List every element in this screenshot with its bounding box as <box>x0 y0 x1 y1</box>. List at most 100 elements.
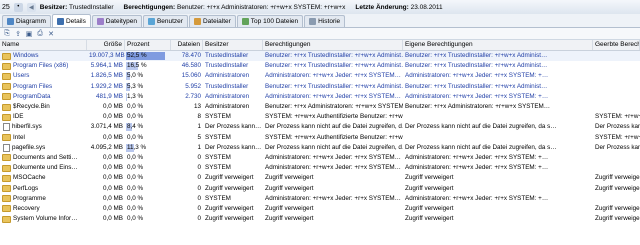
row-owner: SYSTEM <box>205 194 231 202</box>
table-row[interactable]: $Recycle.Bin 0,0 MB 0,0 % 13 Administratoren… <box>0 101 640 113</box>
tab-details[interactable]: Details <box>51 14 91 27</box>
row-files: 0 <box>197 204 201 212</box>
row-percent: 0,0 % <box>127 164 144 172</box>
table-row[interactable]: Documents and Setti… 0,0 MB 0,0 % 0 SYSTEM Ad… <box>0 153 640 163</box>
table-row[interactable]: ProgramData 481,9 MB 1,3 % 2.730 Administrat… <box>0 92 640 102</box>
table-row[interactable]: System Volume Infor… 0,0 MB 0,0 % 0 Zugriff … <box>0 214 640 224</box>
row-owner: TrustedInstaller <box>205 82 249 90</box>
row-percent: 0,0 % <box>127 103 144 111</box>
table-row[interactable]: PerfLogs 0,0 MB 0,0 % 0 Zugriff verweigert Zu… <box>0 183 640 194</box>
row-own-permissions: Administratoren: +r+w+x Jeder: +r+x SYST… <box>405 194 549 202</box>
row-name: Users <box>0 71 87 81</box>
row-name: Dokumente und Eins… <box>0 163 87 173</box>
table-row[interactable]: IDE 0,0 MB 0,0 % 8 SYSTEM SYSTEM: +r+w+x Auth… <box>0 112 640 122</box>
row-name: $Recycle.Bin <box>0 102 87 112</box>
row-inherited-permissions: Zugriff verweigert <box>595 215 640 223</box>
row-own-permissions <box>403 112 593 122</box>
row-permissions: Zugriff verweigert <box>265 204 314 212</box>
tab-benutzer[interactable]: Benutzer <box>142 15 188 27</box>
save-icon[interactable]: ▣ <box>25 30 33 38</box>
tab-diagramm[interactable]: Diagramm <box>2 15 51 27</box>
file-icon <box>3 123 10 132</box>
row-permissions: Der Prozess kann nicht auf die Datei zug… <box>265 143 403 151</box>
column-header-7[interactable]: Geerbte Berechtigungen <box>593 40 640 50</box>
tab-label: Top 100 Dateien <box>250 18 299 25</box>
row-percent: 0,0 % <box>127 133 144 141</box>
row-size: 0,0 MB <box>103 103 123 111</box>
owner-info: Besitzer: TrustedInstaller <box>39 3 114 11</box>
table-row[interactable]: Intel 0,0 MB 0,0 % 5 SYSTEM SYSTEM: +r+w+x Au… <box>0 133 640 143</box>
folder-icon <box>2 93 11 101</box>
row-permissions: Benutzer: +r+x TrustedInstaller: +r+w+x … <box>265 62 403 70</box>
column-header-1[interactable]: Größe <box>87 40 125 50</box>
column-header-3[interactable]: Dateien <box>171 40 203 50</box>
copy-icon[interactable]: ⎘ <box>3 30 11 38</box>
tab-top-100-dateien[interactable]: Top 100 Dateien <box>236 15 304 27</box>
row-owner: Administratoren <box>205 92 250 100</box>
row-files: 8 <box>197 113 201 121</box>
row-percent: 5,3 % <box>126 82 144 91</box>
table-row[interactable]: Users 1.826,5 MB 5,0 % 15.060 Administratore… <box>0 71 640 81</box>
column-header-5[interactable]: Berechtigungen <box>263 40 403 50</box>
top-icon <box>241 18 249 25</box>
tab-label: Dateitypen <box>105 18 137 25</box>
export-icon[interactable]: ⇪ <box>14 30 22 38</box>
tab-label: Historie <box>318 18 341 25</box>
row-own-permissions <box>403 133 593 143</box>
column-header-6[interactable]: Eigene Berechtigungen <box>403 40 593 50</box>
row-own-permissions: Administratoren: +r+w+x Jeder: +r+x SYST… <box>405 164 549 172</box>
row-percent: 1,3 % <box>126 92 144 101</box>
print-icon[interactable]: ⎙ <box>36 30 44 38</box>
row-owner: Administratoren <box>205 103 250 111</box>
row-owner: TrustedInstaller <box>205 52 249 60</box>
row-size: 1.826,5 MB <box>90 72 123 80</box>
tab-dateitypen[interactable]: Dateitypen <box>91 15 142 27</box>
row-owner: Zugriff verweigert <box>205 184 254 192</box>
row-own-permissions: Administratoren: +r+w+x Jeder: +r+x SYST… <box>405 72 549 80</box>
table-row[interactable]: MSOCache 0,0 MB 0,0 % 0 Zugriff verweigert Zu… <box>0 173 640 183</box>
row-own-permissions: Administratoren: +r+w+x Jeder: +r+x SYST… <box>405 92 549 100</box>
row-name: hiberfil.sys <box>0 122 87 132</box>
table-row[interactable]: Recovery 0,0 MB 0,0 % 0 Zugriff verweigert Zu… <box>0 203 640 214</box>
row-size: 3.071,4 MB <box>90 123 123 131</box>
row-percent: 0,0 % <box>127 194 144 202</box>
row-percent: 0,0 % <box>127 113 144 121</box>
row-files: 5.952 <box>185 82 201 90</box>
left-number: 25 <box>2 3 10 11</box>
tab-historie[interactable]: Historie <box>304 15 346 27</box>
row-inherited-permissions: Zugriff verweigert <box>595 184 640 192</box>
row-owner: Zugriff verweigert <box>205 204 254 212</box>
pin-icon[interactable]: • <box>13 2 23 12</box>
row-owner: SYSTEM <box>205 164 231 172</box>
details-toolbar: ⎘ ⇪ ▣ ⎙ ✕ <box>0 28 640 40</box>
row-inherited-permissions: SYSTEM: +r+w+x Authentifizierte B… <box>595 113 640 121</box>
details-icon <box>56 17 64 25</box>
column-header-0[interactable]: Name <box>0 40 87 50</box>
top-toolbar: 25 • ◀ Besitzer: TrustedInstaller Berech… <box>0 0 640 15</box>
row-files: 13 <box>193 103 201 111</box>
row-own-permissions: Der Prozess kann nicht auf die Datei zug… <box>405 123 557 131</box>
back-icon[interactable]: ◀ <box>26 2 36 12</box>
column-header-4[interactable]: Besitzer <box>203 40 263 50</box>
column-header-2[interactable]: Prozent <box>125 40 171 50</box>
table-row[interactable]: hiberfil.sys 3.071,4 MB 8,4 % 1 Der Prozess … <box>0 122 640 133</box>
row-own-permissions: Benutzer: +r+x TrustedInstaller: +r+w+x … <box>405 62 548 70</box>
delete-icon[interactable]: ✕ <box>47 30 55 38</box>
row-size: 0,0 MB <box>103 164 123 172</box>
table-row[interactable]: Dokumente und Eins… 0,0 MB 0,0 % 0 SYSTEM Adm… <box>0 163 640 174</box>
table-row[interactable]: pagefile.sys 4.095,2 MB 11,3 % 1 Der Prozess… <box>0 142 640 153</box>
row-own-permissions: Zugriff verweigert <box>405 204 454 212</box>
table-row[interactable]: Windows 19.007,3 MB 52,5 % 78.470 TrustedIns… <box>0 51 640 62</box>
row-name: pagefile.sys <box>0 143 87 153</box>
row-name: Program Files <box>0 82 87 92</box>
table-row[interactable]: Program Files (x86) 5.964,1 MB 16,5 % 46.58… <box>0 61 640 72</box>
file-icon <box>3 143 10 152</box>
row-permissions: SYSTEM: +r+w+x Authentifizierte Benutzer… <box>265 113 403 121</box>
row-inherited-permissions <box>593 92 640 102</box>
row-size: 0,0 MB <box>103 174 123 182</box>
row-owner: SYSTEM <box>205 113 231 121</box>
table-row[interactable]: Program Files 1.929,2 MB 5,3 % 5.952 Trusted… <box>0 81 640 92</box>
table-row[interactable]: Programme 0,0 MB 0,0 % 0 SYSTEM Administrator… <box>0 194 640 204</box>
tab-dateialter[interactable]: Dateialter <box>188 15 236 27</box>
row-percent: 8,4 % <box>126 123 144 132</box>
